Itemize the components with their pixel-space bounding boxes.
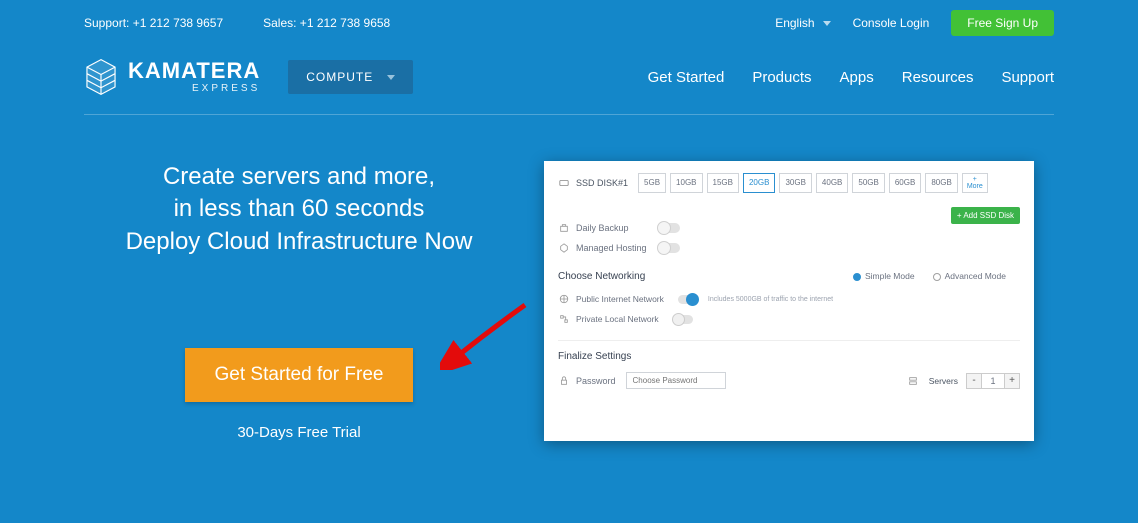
brand-subtitle: EXPRESS — [128, 84, 260, 94]
password-input[interactable] — [626, 372, 726, 389]
servers-value: 1 — [982, 373, 1004, 389]
managed-hosting-label: Managed Hosting — [576, 243, 647, 253]
nav-get-started[interactable]: Get Started — [648, 69, 725, 86]
nav-support[interactable]: Support — [1001, 69, 1054, 86]
trial-text: 30-Days Free Trial — [84, 424, 514, 441]
nav-apps[interactable]: Apps — [840, 69, 874, 86]
public-network-label: Public Internet Network — [576, 294, 664, 304]
chevron-down-icon — [823, 21, 831, 26]
brand-name: KAMATERA — [128, 60, 260, 82]
disk-size-option[interactable]: 50GB — [852, 173, 884, 193]
disk-size-option[interactable]: 80GB — [925, 173, 957, 193]
brand-logo[interactable]: KAMATERA EXPRESS — [84, 58, 260, 96]
advanced-mode-label: Advanced Mode — [945, 271, 1006, 281]
private-network-label: Private Local Network — [576, 314, 659, 324]
servers-label: Servers — [929, 376, 958, 386]
add-ssd-disk-button[interactable]: + Add SSD Disk — [951, 207, 1020, 224]
servers-stepper: - 1 + — [966, 373, 1020, 389]
servers-increment[interactable]: + — [1004, 373, 1020, 389]
disk-size-option[interactable]: 60GB — [889, 173, 921, 193]
hosting-icon — [558, 243, 570, 253]
cube-icon — [84, 58, 118, 96]
radio-on-icon — [853, 273, 861, 281]
globe-icon — [558, 294, 570, 304]
config-panel: SSD DISK#1 5GB10GB15GB20GB30GB40GB50GB60… — [544, 161, 1034, 441]
disk-size-option[interactable]: 30GB — [779, 173, 811, 193]
hero-line-2: in less than 60 seconds — [84, 193, 514, 225]
disk-size-option[interactable]: 5GB — [638, 173, 666, 193]
simple-mode-label: Simple Mode — [865, 271, 915, 281]
hero-line-3: Deploy Cloud Infrastructure Now — [84, 226, 514, 258]
disk-size-option[interactable]: 40GB — [816, 173, 848, 193]
support-phone: Support: +1 212 738 9657 — [84, 16, 223, 30]
servers-decrement[interactable]: - — [966, 373, 982, 389]
servers-icon — [907, 376, 919, 386]
private-network-toggle[interactable] — [673, 315, 693, 324]
disk-size-option[interactable]: 10GB — [670, 173, 702, 193]
password-label: Password — [576, 376, 616, 386]
sales-phone: Sales: +1 212 738 9658 — [263, 16, 390, 30]
disk-label: SSD DISK#1 — [576, 178, 628, 188]
language-selector[interactable]: English — [775, 16, 830, 30]
nav-products[interactable]: Products — [752, 69, 811, 86]
get-started-button[interactable]: Get Started for Free — [185, 348, 414, 402]
disk-size-option[interactable]: 15GB — [707, 173, 739, 193]
network-icon — [558, 314, 570, 324]
daily-backup-label: Daily Backup — [576, 223, 629, 233]
public-network-note: Includes 5000GB of traffic to the intern… — [708, 296, 833, 303]
hero-line-1: Create servers and more, — [84, 161, 514, 193]
disk-size-more[interactable]: + More — [962, 173, 988, 193]
compute-dropdown[interactable]: COMPUTE — [288, 60, 413, 94]
console-login-link[interactable]: Console Login — [853, 16, 930, 30]
simple-mode-radio[interactable]: Simple Mode — [853, 271, 915, 281]
public-network-toggle[interactable] — [678, 295, 698, 304]
lock-icon — [558, 376, 570, 386]
daily-backup-toggle[interactable] — [658, 223, 680, 233]
chevron-down-icon — [387, 75, 395, 80]
nav-resources[interactable]: Resources — [902, 69, 974, 86]
free-signup-button[interactable]: Free Sign Up — [951, 10, 1054, 36]
disk-size-option[interactable]: 20GB — [743, 173, 775, 193]
backup-icon — [558, 223, 570, 233]
radio-off-icon — [933, 273, 941, 281]
compute-label: COMPUTE — [306, 70, 373, 84]
disk-size-options: 5GB10GB15GB20GB30GB40GB50GB60GB80GB+ Mor… — [638, 173, 988, 193]
language-label: English — [775, 16, 814, 30]
managed-hosting-toggle[interactable] — [658, 243, 680, 253]
finalize-title: Finalize Settings — [558, 340, 1020, 362]
advanced-mode-radio[interactable]: Advanced Mode — [933, 271, 1006, 281]
disk-icon — [558, 178, 570, 188]
